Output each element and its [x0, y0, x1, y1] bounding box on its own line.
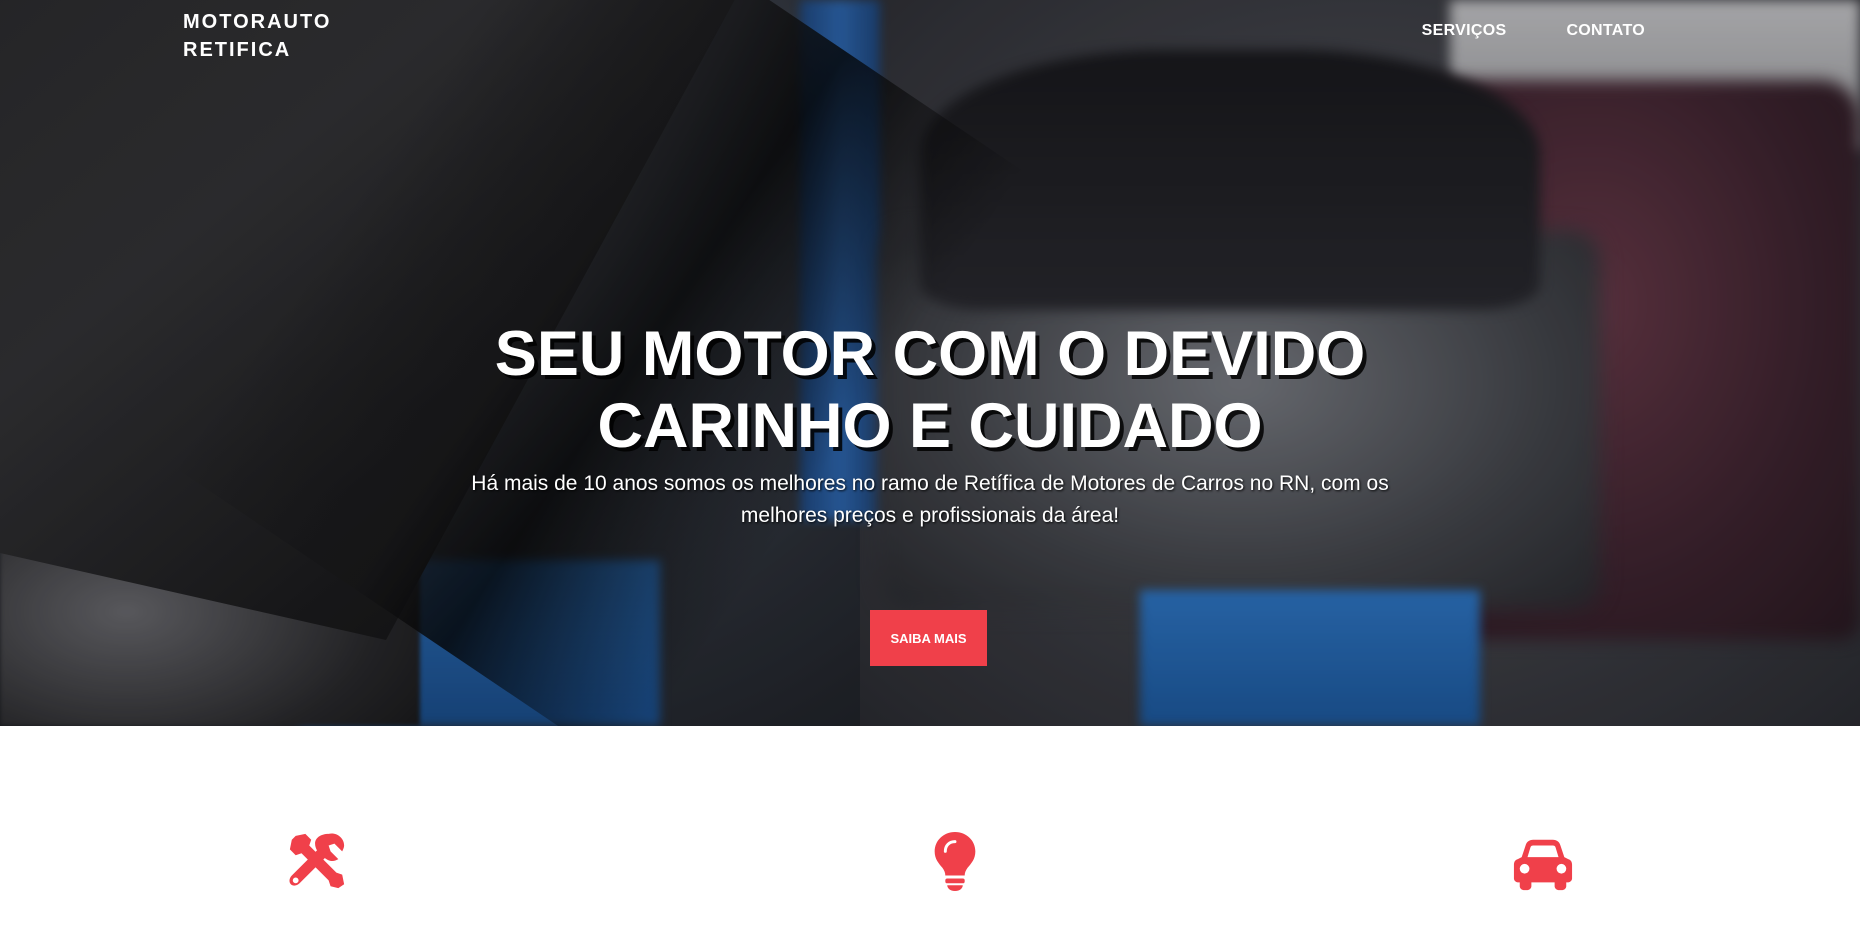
nav-link-servicos[interactable]: SERVIÇOS: [1422, 22, 1507, 40]
hero-title: SEU MOTOR COM O DEVIDO CARINHO E CUIDADO: [430, 318, 1430, 462]
hero-content: SEU MOTOR COM O DEVIDO CARINHO E CUIDADO…: [430, 318, 1430, 532]
lightbulb-icon: [924, 830, 986, 892]
tools-icon: [286, 830, 348, 892]
hero-subtitle: Há mais de 10 anos somos os melhores no …: [471, 472, 1389, 527]
car-icon: [1512, 830, 1574, 892]
hero-title-line-2: CARINHO E CUIDADO: [597, 391, 1263, 461]
brand-logo[interactable]: MOTORAUTO RETIFICA: [183, 8, 383, 64]
nav-link-contato[interactable]: CONTATO: [1566, 22, 1645, 40]
brand-line-1: MOTORAUTO: [183, 11, 332, 33]
brand-line-2: RETIFICA: [183, 39, 292, 61]
hero-title-line-1: SEU MOTOR COM O DEVIDO: [494, 319, 1366, 389]
saiba-mais-button[interactable]: SAIBA MAIS: [870, 610, 987, 666]
main-nav: SERVIÇOS CONTATO: [1422, 22, 1645, 40]
